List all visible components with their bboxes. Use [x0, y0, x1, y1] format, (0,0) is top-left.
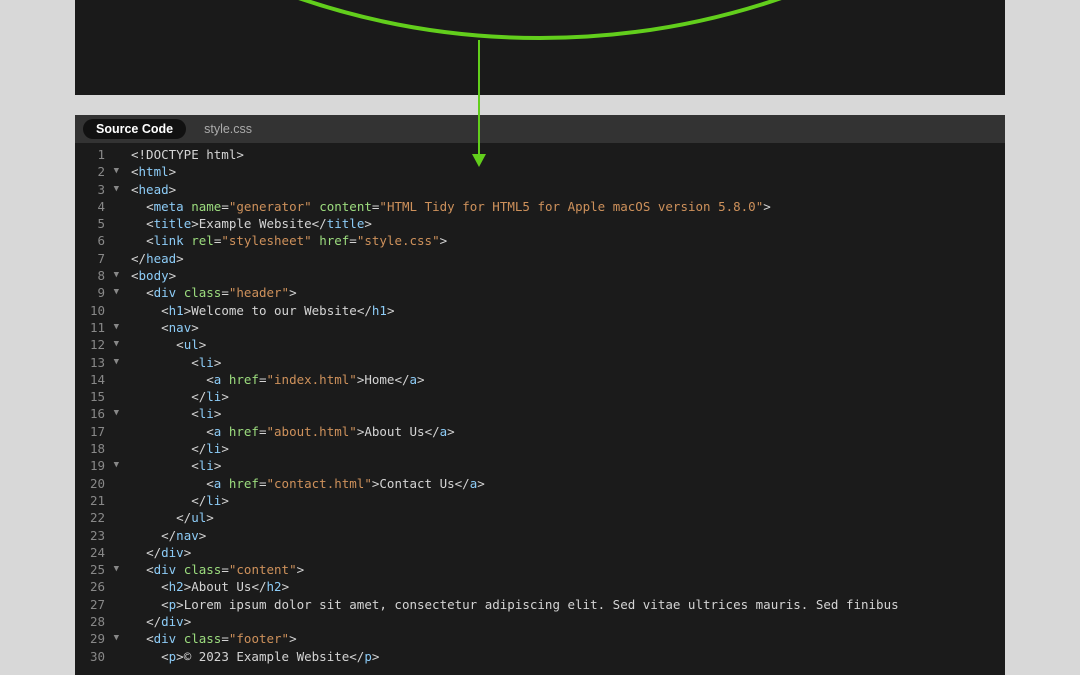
- code-line[interactable]: </li>: [131, 388, 1005, 405]
- code-content[interactable]: <!DOCTYPE html><html><head> <meta name="…: [125, 143, 1005, 675]
- line-number: 18: [75, 440, 119, 457]
- line-number: 29▼: [75, 630, 119, 647]
- tab-style-css[interactable]: style.css: [190, 118, 266, 140]
- code-line[interactable]: <head>: [131, 181, 1005, 198]
- code-line[interactable]: <p>© 2023 Example Website</p>: [131, 648, 1005, 665]
- code-line[interactable]: <p>Lorem ipsum dolor sit amet, consectet…: [131, 596, 1005, 613]
- fold-toggle-icon[interactable]: ▼: [109, 354, 119, 371]
- code-line[interactable]: </li>: [131, 440, 1005, 457]
- code-line[interactable]: </div>: [131, 544, 1005, 561]
- line-number: 10: [75, 302, 119, 319]
- code-line[interactable]: </ul>: [131, 509, 1005, 526]
- code-line[interactable]: <link rel="stylesheet" href="style.css">: [131, 232, 1005, 249]
- line-number-gutter: 12▼3▼45678▼9▼1011▼12▼13▼141516▼171819▼20…: [75, 143, 125, 675]
- editor-tabs: Source Code style.css: [75, 115, 1005, 143]
- code-line[interactable]: <li>: [131, 457, 1005, 474]
- code-line[interactable]: <ul>: [131, 336, 1005, 353]
- line-number: 5: [75, 215, 119, 232]
- code-line[interactable]: <a href="about.html">About Us</a>: [131, 423, 1005, 440]
- line-number: 21: [75, 492, 119, 509]
- fold-toggle-icon[interactable]: ▼: [109, 457, 119, 474]
- code-line[interactable]: <html>: [131, 163, 1005, 180]
- fold-toggle-icon[interactable]: ▼: [109, 163, 119, 180]
- line-number: 19▼: [75, 457, 119, 474]
- code-line[interactable]: </nav>: [131, 527, 1005, 544]
- fold-toggle-icon[interactable]: ▼: [109, 561, 119, 578]
- line-number: 13▼: [75, 354, 119, 371]
- code-line[interactable]: <title>Example Website</title>: [131, 215, 1005, 232]
- line-number: 23: [75, 527, 119, 544]
- line-number: 14: [75, 371, 119, 388]
- fold-toggle-icon[interactable]: ▼: [109, 336, 119, 353]
- fold-toggle-icon[interactable]: ▼: [109, 405, 119, 422]
- code-line[interactable]: <h1>Welcome to our Website</h1>: [131, 302, 1005, 319]
- line-number: 16▼: [75, 405, 119, 422]
- line-number: 17: [75, 423, 119, 440]
- code-line[interactable]: </head>: [131, 250, 1005, 267]
- line-number: 4: [75, 198, 119, 215]
- line-number: 26: [75, 578, 119, 595]
- code-line[interactable]: <div class="content">: [131, 561, 1005, 578]
- code-line[interactable]: </li>: [131, 492, 1005, 509]
- line-number: 7: [75, 250, 119, 267]
- fold-toggle-icon[interactable]: ▼: [109, 267, 119, 284]
- code-area[interactable]: 12▼3▼45678▼9▼1011▼12▼13▼141516▼171819▼20…: [75, 143, 1005, 675]
- line-number: 28: [75, 613, 119, 630]
- line-number: 30: [75, 648, 119, 665]
- line-number: 25▼: [75, 561, 119, 578]
- preview-panel: [75, 0, 1005, 95]
- line-number: 11▼: [75, 319, 119, 336]
- line-number: 1: [75, 146, 119, 163]
- code-line[interactable]: </div>: [131, 613, 1005, 630]
- code-line[interactable]: <!DOCTYPE html>: [131, 146, 1005, 163]
- line-number: 6: [75, 232, 119, 249]
- line-number: 15: [75, 388, 119, 405]
- fold-toggle-icon[interactable]: ▼: [109, 284, 119, 301]
- code-line[interactable]: <li>: [131, 405, 1005, 422]
- fold-toggle-icon[interactable]: ▼: [109, 319, 119, 336]
- line-number: 22: [75, 509, 119, 526]
- code-line[interactable]: <a href="index.html">Home</a>: [131, 371, 1005, 388]
- tab-source-code[interactable]: Source Code: [83, 119, 186, 139]
- line-number: 2▼: [75, 163, 119, 180]
- code-line[interactable]: <li>: [131, 354, 1005, 371]
- code-editor-panel: Source Code style.css 12▼3▼45678▼9▼1011▼…: [75, 115, 1005, 675]
- line-number: 20: [75, 475, 119, 492]
- line-number: 9▼: [75, 284, 119, 301]
- code-line[interactable]: <div class="header">: [131, 284, 1005, 301]
- arrow-down-icon: [478, 40, 480, 165]
- line-number: 24: [75, 544, 119, 561]
- code-line[interactable]: <h2>About Us</h2>: [131, 578, 1005, 595]
- code-line[interactable]: <nav>: [131, 319, 1005, 336]
- code-line[interactable]: <div class="footer">: [131, 630, 1005, 647]
- fold-toggle-icon[interactable]: ▼: [109, 181, 119, 198]
- line-number: 3▼: [75, 181, 119, 198]
- code-line[interactable]: <meta name="generator" content="HTML Tid…: [131, 198, 1005, 215]
- curve-decoration-icon: [75, 0, 1005, 40]
- line-number: 12▼: [75, 336, 119, 353]
- line-number: 8▼: [75, 267, 119, 284]
- code-line[interactable]: <body>: [131, 267, 1005, 284]
- line-number: 27: [75, 596, 119, 613]
- code-line[interactable]: <a href="contact.html">Contact Us</a>: [131, 475, 1005, 492]
- fold-toggle-icon[interactable]: ▼: [109, 630, 119, 647]
